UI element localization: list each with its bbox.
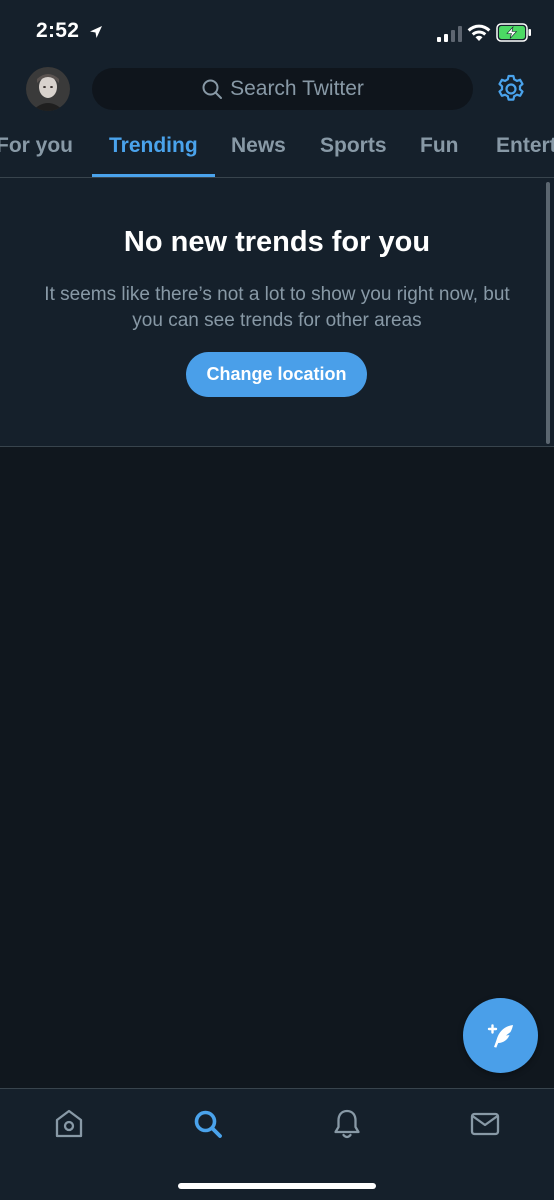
home-indicator[interactable] <box>178 1183 376 1189</box>
empty-state-message: It seems like there’s not a lot to show … <box>44 284 510 331</box>
tab-trending[interactable]: Trending <box>109 134 198 158</box>
compose-tweet-button[interactable] <box>463 998 538 1073</box>
content-area <box>0 447 554 1088</box>
divider <box>0 446 554 447</box>
change-location-button[interactable]: Change location <box>186 352 367 397</box>
messages-icon[interactable] <box>467 1106 503 1142</box>
notifications-icon[interactable] <box>329 1106 365 1142</box>
wifi-icon <box>467 24 491 41</box>
tab-news[interactable]: News <box>231 134 286 158</box>
compose-feather-icon <box>487 1023 513 1048</box>
search-placeholder: Search Twitter <box>230 77 364 100</box>
tab-sports[interactable]: Sports <box>320 134 387 158</box>
tab-for-you[interactable]: For you <box>0 134 73 158</box>
profile-avatar[interactable] <box>26 67 70 111</box>
scrollbar[interactable] <box>546 182 550 444</box>
gear-icon[interactable] <box>495 73 527 105</box>
search-icon[interactable] <box>190 1106 226 1142</box>
search-icon <box>202 79 223 99</box>
status-bar: 2:52 <box>0 0 554 60</box>
status-time: 2:52 <box>36 19 80 42</box>
explore-tabs: For you Trending News Sports Fun Entert <box>0 118 554 178</box>
empty-state-title: No new trends for you <box>123 226 431 258</box>
location-arrow-icon <box>90 26 102 38</box>
battery-charging-icon <box>496 23 531 42</box>
active-tab-indicator <box>92 174 215 177</box>
search-input[interactable]: Search Twitter <box>92 68 473 110</box>
home-icon[interactable] <box>51 1106 87 1142</box>
avatar-image <box>26 67 70 111</box>
cellular-signal-icon <box>437 26 462 42</box>
tab-entertainment[interactable]: Entert <box>496 134 554 158</box>
tab-fun[interactable]: Fun <box>420 134 458 158</box>
